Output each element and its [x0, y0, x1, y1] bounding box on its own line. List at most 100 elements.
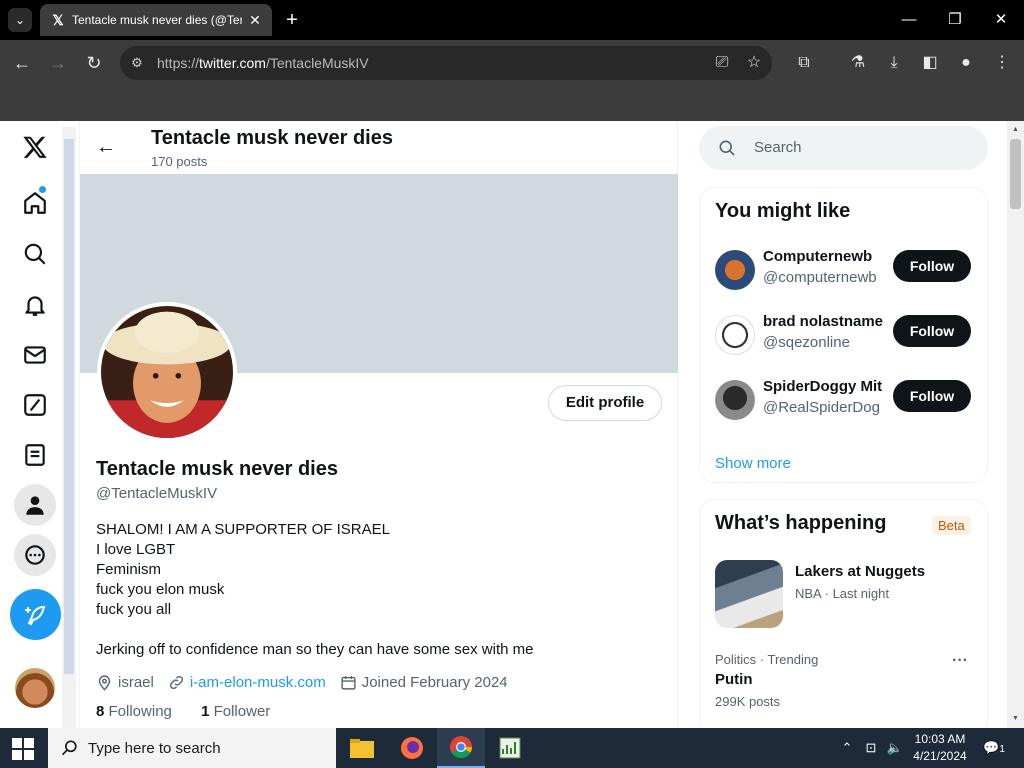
restore-icon[interactable]: ❐: [940, 8, 970, 32]
window-close-icon[interactable]: ✕: [986, 8, 1016, 32]
left-scrollbar-thumb[interactable]: [64, 139, 74, 674]
page-scrollbar-thumb[interactable]: [1010, 139, 1021, 209]
page-scrollbar[interactable]: [1007, 121, 1024, 728]
windows-taskbar: Type here to search ⌃ ⊡ 🔈 10:03 AM 4/21/…: [0, 728, 1024, 768]
file-explorer-icon[interactable]: [338, 728, 386, 768]
profile-account-icon[interactable]: ●: [954, 51, 978, 75]
edit-profile-button[interactable]: Edit profile: [548, 385, 662, 421]
scroll-up-icon[interactable]: ▲: [1010, 125, 1021, 135]
address-bar[interactable]: ⚙ https://twitter.com/TentacleMuskIV ⎚ ☆: [120, 46, 772, 80]
new-tab-plus-icon[interactable]: +: [282, 8, 302, 32]
following-link[interactable]: 8 Following: [96, 703, 172, 720]
user-name[interactable]: SpiderDoggy Mit: [763, 378, 883, 395]
clock-date[interactable]: 4/21/2024: [912, 749, 968, 763]
search-input[interactable]: Search: [699, 126, 988, 170]
chrome-icon[interactable]: [437, 728, 485, 768]
minimize-icon[interactable]: —: [894, 8, 924, 32]
tab-title: Tentacle musk never dies (@TentacleMuskI…: [72, 13, 242, 27]
user-name[interactable]: Computernewb: [763, 248, 883, 265]
trend-title[interactable]: Putin: [715, 671, 753, 688]
bio-line: Feminism: [96, 561, 162, 578]
lists-icon[interactable]: [14, 434, 56, 476]
location-item: israel: [96, 674, 154, 691]
profile-name: Tentacle musk never dies: [96, 458, 338, 480]
messages-envelope-icon[interactable]: [14, 334, 56, 376]
trend-meta: NBA · Last night: [795, 586, 889, 601]
back-arrow-icon[interactable]: ←: [94, 135, 118, 159]
scroll-down-icon[interactable]: ▼: [1010, 714, 1021, 724]
tab-search-chevron-icon[interactable]: ⌄: [8, 8, 32, 32]
notification-center-icon[interactable]: 💬1: [983, 738, 1005, 758]
follow-button[interactable]: Follow: [893, 250, 971, 282]
link-icon: [169, 675, 183, 689]
clock-time[interactable]: 10:03 AM: [912, 732, 968, 746]
user-handle: @sqezonline: [763, 334, 850, 351]
x-logo-icon[interactable]: [14, 126, 56, 168]
notification-dot: [39, 186, 46, 193]
suggested-user[interactable]: SpiderDoggy Mit @RealSpiderDog Follow: [715, 378, 975, 426]
spreadsheet-app-icon[interactable]: [486, 728, 534, 768]
more-circle-icon[interactable]: [14, 534, 56, 576]
followers-link[interactable]: 1 Follower: [201, 703, 270, 720]
close-tab-icon[interactable]: ✕: [246, 11, 264, 29]
user-avatar[interactable]: [715, 315, 755, 355]
labs-flask-icon[interactable]: ⚗: [846, 51, 870, 75]
extensions-puzzle-icon[interactable]: ⧉: [792, 51, 816, 75]
forward-arrow-icon[interactable]: →: [45, 50, 71, 76]
grok-slash-icon[interactable]: [14, 384, 56, 426]
follow-button[interactable]: Follow: [893, 315, 971, 347]
website-item[interactable]: i-am-elon-musk.com: [168, 674, 326, 691]
user-avatar[interactable]: [715, 250, 755, 290]
notifications-bell-icon[interactable]: [14, 284, 56, 326]
install-app-icon[interactable]: ⎚: [710, 51, 734, 75]
windows-start-icon[interactable]: [12, 738, 34, 760]
more-dots-icon[interactable]: ···: [952, 652, 968, 670]
download-icon[interactable]: ⤓: [882, 51, 906, 75]
menu-kebab-icon[interactable]: ⋮: [990, 51, 1014, 75]
user-avatar[interactable]: [715, 380, 755, 420]
website-link[interactable]: i-am-elon-musk.com: [190, 674, 326, 691]
profile-main-column: ← Tentacle musk never dies 170 posts Edi…: [79, 121, 678, 728]
beta-badge: Beta: [932, 516, 971, 535]
search-placeholder: Search: [754, 139, 802, 156]
follow-counts: 8 Following 1 Follower: [96, 703, 270, 720]
user-handle: @RealSpiderDog: [763, 399, 880, 416]
profile-person-icon[interactable]: [14, 484, 56, 526]
user-name[interactable]: brad nolastname: [763, 313, 883, 330]
explore-search-icon[interactable]: [14, 233, 56, 275]
suggested-user[interactable]: brad nolastname @sqezonline Follow: [715, 313, 975, 361]
taskbar-search-box[interactable]: Type here to search: [48, 728, 336, 768]
trend-image[interactable]: [715, 560, 783, 628]
home-icon[interactable]: [14, 182, 56, 224]
profile-avatar[interactable]: [97, 302, 237, 442]
side-panel-icon[interactable]: ◧: [918, 51, 942, 75]
account-avatar[interactable]: [15, 668, 55, 708]
suggested-user[interactable]: Computernewb @computernewb Follow: [715, 248, 975, 296]
volume-muted-icon[interactable]: 🔈: [886, 738, 904, 758]
follow-button[interactable]: Follow: [893, 380, 971, 412]
back-arrow-icon[interactable]: ←: [9, 50, 35, 76]
trend-category: Politics · Trending: [715, 652, 819, 667]
search-icon: [719, 140, 735, 156]
location-text: israel: [118, 673, 154, 691]
network-icon[interactable]: ⊡: [862, 738, 880, 758]
post-compose-button[interactable]: [10, 589, 61, 640]
browser-tab[interactable]: 𝕏 Tentacle musk never dies (@TentacleMus…: [40, 4, 272, 36]
show-more-link[interactable]: Show more: [715, 455, 791, 472]
bio-line: [96, 620, 533, 640]
browser-toolbar: ← → ↻ ⚙ https://twitter.com/TentacleMusk…: [0, 40, 1024, 86]
reload-icon[interactable]: ↻: [81, 50, 107, 76]
joined-text: Joined February 2024: [361, 673, 508, 691]
who-to-follow-title: You might like: [715, 200, 851, 222]
site-info-icon[interactable]: ⚙: [128, 54, 146, 72]
url-text[interactable]: https://twitter.com/TentacleMuskIV: [157, 55, 369, 71]
taskbar-search-placeholder: Type here to search: [88, 740, 221, 757]
location-pin-icon: [98, 674, 111, 691]
browser-tabstrip: ⌄ 𝕏 Tentacle musk never dies (@TentacleM…: [0, 0, 1024, 40]
trend-title[interactable]: Lakers at Nuggets: [795, 563, 925, 580]
calendar-icon: [341, 675, 356, 690]
bookmark-star-icon[interactable]: ☆: [742, 51, 766, 75]
firefox-icon[interactable]: [388, 728, 436, 768]
tray-chevron-icon[interactable]: ⌃: [838, 738, 856, 758]
bookmarks-bar: [0, 86, 1024, 121]
